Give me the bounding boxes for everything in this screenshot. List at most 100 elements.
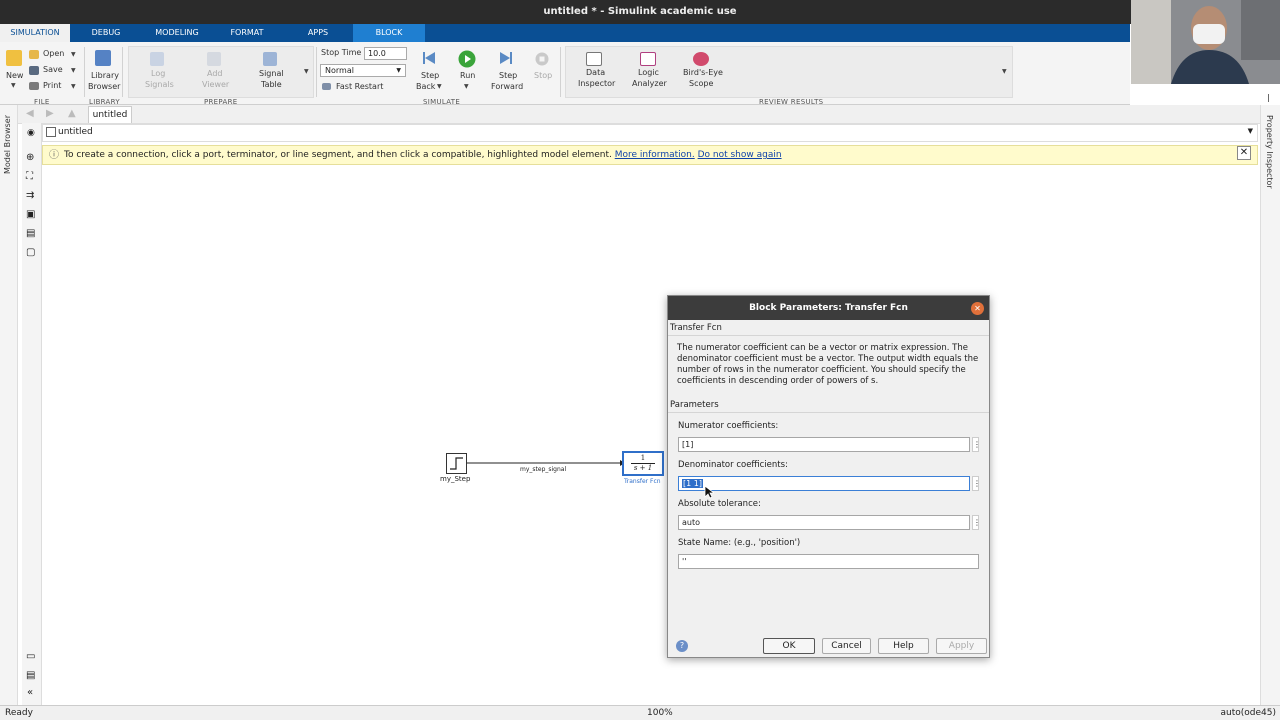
arrange-icon[interactable]: ⇉ (26, 190, 34, 201)
notice-text-line: To create a connection, click a port, te… (64, 146, 782, 164)
library-browser-label-2[interactable]: Browser (88, 82, 120, 91)
tf-denominator: s + 1 (633, 464, 653, 472)
run-dropdown-icon[interactable]: ▼ (464, 83, 469, 90)
library-browser-label-1[interactable]: Library (91, 71, 119, 80)
notification-bar: ⓘ To create a connection, click a port, … (42, 145, 1258, 165)
denominator-label: Denominator coefficients: (678, 460, 788, 470)
open-dropdown-icon[interactable]: ▼ (71, 51, 76, 58)
nav-back-icon[interactable]: ◀ (26, 108, 34, 119)
add-viewer-label-2: Viewer (202, 80, 230, 89)
model-canvas[interactable]: my_Step my_step_signal 1 s + 1 Transfer … (44, 166, 1258, 704)
tab-simulation[interactable]: SIMULATION (0, 24, 70, 42)
tab-block[interactable]: BLOCK (353, 24, 425, 42)
close-notice-icon[interactable]: ✕ (1237, 146, 1251, 160)
new-dropdown-icon[interactable]: ▼ (11, 82, 16, 89)
help-question-icon[interactable]: ? (676, 640, 688, 652)
address-dropdown-icon[interactable]: ▼ (1248, 127, 1253, 135)
transfer-fcn-label[interactable]: Transfer Fcn (624, 478, 661, 485)
tab-apps[interactable]: APPS (296, 24, 340, 42)
stop-icon (535, 52, 549, 66)
print-dropdown-icon[interactable]: ▼ (71, 83, 76, 90)
nav-up-icon[interactable]: ▲ (68, 108, 76, 119)
cancel-button[interactable]: Cancel (822, 638, 871, 654)
close-icon[interactable]: ✕ (971, 302, 984, 315)
step-back-label-1[interactable]: Step (421, 71, 439, 80)
model-tab-untitled[interactable]: untitled (88, 106, 132, 123)
new-button[interactable]: New (6, 71, 23, 80)
step-back-dropdown-icon[interactable]: ▼ (437, 83, 442, 90)
screenshot-icon[interactable]: ▭ (26, 651, 35, 662)
block-description: The numerator coefficient can be a vecto… (677, 343, 979, 386)
prepare-gallery-expand-icon[interactable]: ▼ (304, 68, 309, 75)
birds-eye-scope-icon (693, 52, 709, 66)
save-dropdown-icon[interactable]: ▼ (71, 67, 76, 74)
ok-button[interactable]: OK (763, 638, 815, 654)
collapse-toolstrip-icon[interactable]: | (1267, 93, 1270, 102)
logic-analyzer-icon (640, 52, 656, 66)
data-inspector-label-2[interactable]: Inspector (578, 79, 615, 88)
birds-eye-scope-label-1[interactable]: Bird's-Eye (683, 68, 723, 77)
collapse-palette-icon[interactable]: « (27, 687, 33, 698)
step-back-label-2[interactable]: Back (416, 82, 435, 91)
transfer-fcn-block[interactable]: 1 s + 1 (622, 451, 664, 476)
run-button[interactable]: Run (460, 71, 475, 80)
abs-tolerance-input[interactable]: auto (678, 515, 970, 530)
model-browser-toggle[interactable]: Model Browser (3, 115, 12, 174)
state-name-input[interactable]: '' (678, 554, 979, 569)
review-results-gallery (565, 46, 1013, 98)
print-button[interactable]: Print (43, 81, 61, 90)
step-block-label[interactable]: my_Step (440, 475, 470, 483)
numerator-menu-icon[interactable]: ⋮ (972, 437, 981, 452)
numerator-input[interactable]: [1] (678, 437, 970, 452)
step-forward-label-2[interactable]: Forward (491, 82, 523, 91)
tab-debug[interactable]: DEBUG (82, 24, 130, 42)
stop-time-input[interactable]: 10.0 (364, 47, 407, 60)
help-button[interactable]: Help (878, 638, 929, 654)
fit-to-view-icon[interactable]: ⛶ (26, 171, 33, 182)
image-icon[interactable]: ▣ (26, 209, 35, 220)
do-not-show-again-link[interactable]: Do not show again (698, 150, 782, 160)
birds-eye-scope-label-2[interactable]: Scope (689, 79, 713, 88)
step-block[interactable] (446, 453, 467, 474)
abs-tolerance-menu-icon[interactable]: ⋮ (972, 515, 981, 530)
simulation-mode-select[interactable]: Normal ▼ (320, 64, 406, 77)
more-information-link[interactable]: More information. (615, 150, 695, 160)
signal-table-label-2[interactable]: Table (261, 80, 282, 89)
logic-analyzer-label-1[interactable]: Logic (638, 68, 659, 77)
add-viewer-icon (207, 52, 221, 66)
denominator-input[interactable]: [1 1] (678, 476, 970, 491)
denominator-menu-icon[interactable]: ⋮ (972, 476, 981, 491)
signal-table-label-1[interactable]: Signal (259, 69, 284, 78)
data-inspector-label-1[interactable]: Data (586, 68, 605, 77)
block-diagram-palette: ◉ ⊕ ⛶ ⇉ ▣ ▤ ▢ ▭ ▤ « (22, 123, 42, 705)
tab-modeling[interactable]: MODELING (150, 24, 204, 42)
save-button[interactable]: Save (43, 65, 63, 74)
step-forward-icon (500, 52, 512, 64)
abs-tolerance-label: Absolute tolerance: (678, 499, 761, 509)
simulation-mode-value: Normal (325, 66, 354, 75)
window-title: untitled * - Simulink academic use (543, 6, 737, 17)
signal-label[interactable]: my_step_signal (520, 466, 566, 473)
review-gallery-expand-icon[interactable]: ▼ (1002, 68, 1007, 75)
step-back-icon (423, 52, 435, 64)
library-browser-icon (95, 50, 111, 66)
hide-show-explorer-icon[interactable]: ◉ (27, 128, 35, 138)
zoom-icon[interactable]: ⊕ (26, 152, 34, 163)
open-button[interactable]: Open (43, 49, 64, 58)
property-inspector-toggle[interactable]: Property Inspector (1265, 115, 1274, 189)
fast-restart-icon (322, 83, 331, 90)
area-icon[interactable]: ▢ (26, 247, 35, 258)
zoom-level[interactable]: 100% (647, 706, 673, 720)
tab-format[interactable]: FORMAT (222, 24, 272, 42)
model-browser-strip: Model Browser (0, 105, 18, 705)
log-signals-label-2: Signals (145, 80, 174, 89)
logic-analyzer-label-2[interactable]: Analyzer (632, 79, 667, 88)
solver-indicator[interactable]: auto(ode45) (1221, 706, 1277, 720)
nav-forward-icon[interactable]: ▶ (46, 108, 54, 119)
step-forward-label-1[interactable]: Step (499, 71, 517, 80)
fast-restart-button[interactable]: Fast Restart (336, 82, 383, 91)
address-bar[interactable]: untitled ▼ (42, 124, 1258, 142)
dialog-title-bar[interactable]: Block Parameters: Transfer Fcn ✕ (668, 296, 989, 320)
annotation-icon[interactable]: ▤ (26, 228, 35, 239)
view-marks-icon[interactable]: ▤ (26, 670, 35, 681)
